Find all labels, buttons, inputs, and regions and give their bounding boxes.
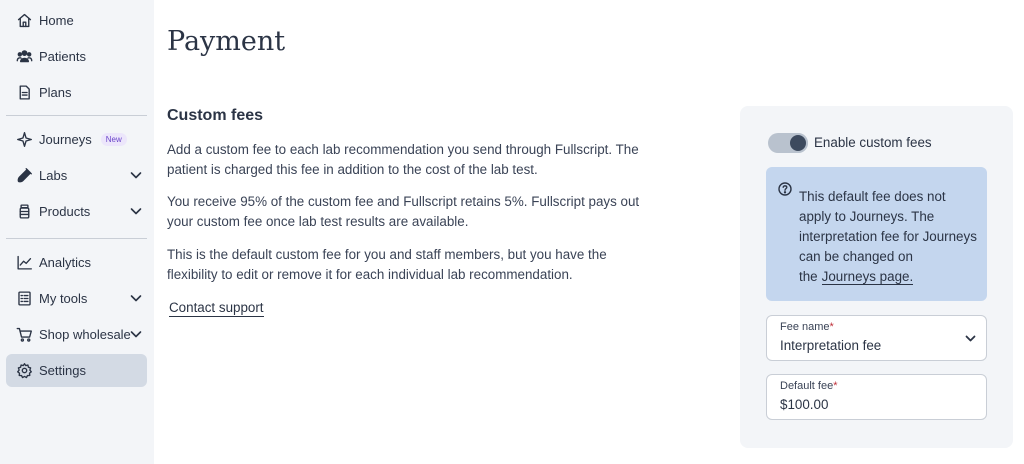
- fee-name-value: Interpretation fee: [780, 338, 882, 353]
- sidebar-item-label: Home: [39, 13, 74, 28]
- journeys-icon: [15, 131, 33, 149]
- sidebar-item-home[interactable]: Home: [6, 4, 147, 37]
- sidebar-item-shop-wholesale[interactable]: Shop wholesale: [6, 318, 147, 351]
- fee-name-select[interactable]: Fee name* Interpretation fee: [766, 315, 987, 361]
- fee-name-label: Fee name*: [780, 321, 834, 333]
- chevron-down-icon[interactable]: [129, 327, 143, 341]
- cart-icon: [15, 326, 33, 344]
- analytics-icon: [15, 254, 33, 272]
- description-paragraph: This is the default custom fee for you a…: [167, 247, 607, 282]
- sidebar-item-plans[interactable]: Plans: [6, 76, 147, 109]
- products-icon: [15, 203, 33, 221]
- sidebar-divider: [6, 115, 147, 116]
- toggle-label: Enable custom fees: [814, 135, 932, 150]
- sidebar-item-label: Analytics: [39, 255, 92, 270]
- sidebar-item-labs[interactable]: Labs: [6, 159, 147, 192]
- enable-custom-fees-toggle[interactable]: [768, 133, 808, 153]
- default-fee-label-text: Default fee: [780, 380, 834, 392]
- description-paragraph: Add a custom fee to each lab recommendat…: [167, 142, 639, 177]
- sidebar-item-label: Shop wholesale: [39, 327, 131, 342]
- sidebar: Home Patients Plans Journeys New Labs Pr…: [0, 0, 154, 464]
- info-text: This default fee does not apply to Journ…: [799, 187, 979, 287]
- tools-icon: [15, 290, 33, 308]
- contact-support-link[interactable]: Contact support: [169, 300, 264, 317]
- sidebar-divider: [6, 238, 147, 239]
- chevron-down-icon[interactable]: [129, 168, 143, 182]
- sidebar-item-journeys[interactable]: Journeys New: [6, 123, 147, 156]
- gear-icon: [15, 362, 33, 380]
- home-icon: [15, 12, 33, 30]
- sidebar-item-label: Plans: [39, 85, 72, 100]
- sidebar-item-label: Patients: [39, 49, 86, 64]
- sidebar-item-label: Products: [39, 204, 91, 219]
- plans-icon: [15, 84, 33, 102]
- required-mark: *: [829, 321, 834, 333]
- help-circle-icon: [778, 182, 792, 196]
- sidebar-item-patients[interactable]: Patients: [6, 40, 147, 73]
- toggle-knob: [788, 133, 808, 153]
- description-paragraph: You receive 95% of the custom fee and Fu…: [167, 194, 640, 229]
- sidebar-item-analytics[interactable]: Analytics: [6, 246, 147, 279]
- chevron-down-icon[interactable]: [129, 291, 143, 305]
- chevron-down-icon[interactable]: [129, 204, 143, 218]
- section-title: Custom fees: [167, 107, 264, 124]
- sidebar-item-settings[interactable]: Settings: [6, 354, 147, 387]
- default-fee-label: Default fee*: [780, 380, 837, 392]
- new-badge: New: [100, 133, 127, 146]
- journeys-page-link[interactable]: Journeys page.: [821, 269, 914, 285]
- fee-name-label-text: Fee name: [780, 321, 830, 333]
- page-title: Payment: [167, 26, 286, 57]
- patients-icon: [15, 48, 33, 66]
- labs-icon: [15, 167, 33, 185]
- sidebar-item-label: My tools: [39, 291, 88, 306]
- sidebar-item-label: Journeys: [39, 132, 92, 147]
- sidebar-item-my-tools[interactable]: My tools: [6, 282, 147, 315]
- sidebar-item-products[interactable]: Products: [6, 195, 147, 228]
- sidebar-item-label: Settings: [39, 363, 86, 378]
- chevron-down-icon: [964, 332, 977, 345]
- default-fee-input[interactable]: [780, 397, 960, 412]
- default-fee-field[interactable]: Default fee*: [766, 374, 987, 420]
- sidebar-item-label: Labs: [39, 168, 68, 183]
- required-mark: *: [833, 380, 838, 392]
